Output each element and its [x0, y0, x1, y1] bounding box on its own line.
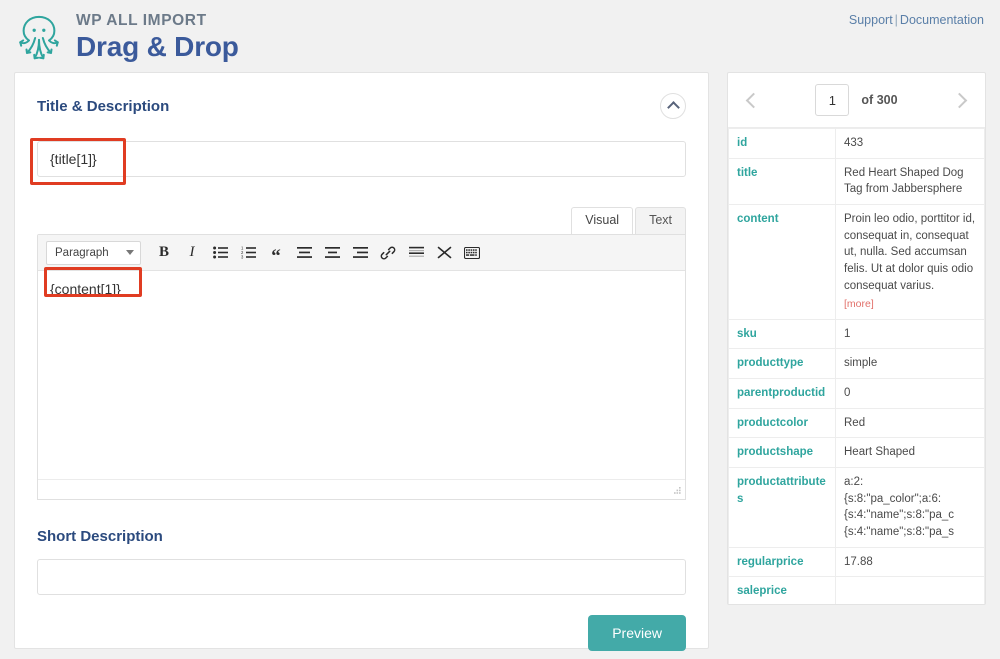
insert-link-button[interactable] [375, 240, 401, 266]
record-field-table: id 433 title Red Heart Shaped Dog Tag fr… [728, 128, 985, 604]
table-row: regularprice 17.88 [728, 546, 985, 578]
page-title: Title & Description [37, 97, 170, 115]
field-value-line: {s:8:"pa_color";a:6: [844, 492, 942, 505]
brand-title: Drag & Drop [76, 31, 239, 63]
section-header: Title & Description [37, 93, 686, 119]
chevron-right-icon [952, 92, 968, 108]
align-center-button[interactable] [319, 240, 345, 266]
field-key: productcolor [728, 407, 836, 439]
chevron-up-icon [666, 101, 680, 114]
record-pager: of 300 [728, 73, 985, 128]
table-row: title Red Heart Shaped Dog Tag from Jabb… [728, 157, 985, 206]
table-row: producttype simple [728, 348, 985, 379]
field-value: Red [835, 407, 985, 439]
table-row: id 433 [728, 128, 985, 159]
field-key: saleprice [728, 576, 836, 604]
brand-kicker: WP ALL IMPORT [76, 12, 207, 29]
show-more-link[interactable]: [more] [844, 297, 976, 312]
editor-status-bar [38, 479, 685, 499]
field-key: productshape [728, 437, 836, 468]
numbered-list-button[interactable]: 1 2 3 [235, 240, 261, 266]
field-key: producttype [728, 348, 836, 379]
field-value: Proin leo odio, porttitor id, consequat … [844, 213, 976, 292]
table-row: productcolor Red [728, 407, 985, 439]
field-key: sku [728, 318, 836, 350]
record-preview-panel: of 300 id 433 title Red Heart Shaped Dog… [727, 72, 986, 605]
editor-resize-handle[interactable] [670, 485, 682, 497]
preview-button[interactable]: Preview [588, 615, 686, 651]
table-row: parentproductid 0 [728, 377, 985, 409]
field-value [835, 576, 985, 604]
tab-visual[interactable]: Visual [571, 207, 634, 234]
editor-content-area[interactable]: {content[1]} [38, 271, 685, 479]
bulleted-list-button[interactable] [207, 240, 233, 266]
field-key: content [728, 204, 836, 320]
align-right-button[interactable] [347, 240, 373, 266]
tab-text[interactable]: Text [635, 207, 686, 234]
title-input[interactable] [37, 141, 686, 177]
panel-actions: Preview [37, 615, 686, 651]
content-editor: Visual Text Paragraph B I 1 2 3 “ {conte… [37, 207, 686, 500]
next-record-button[interactable] [949, 86, 971, 114]
field-value: 17.88 [835, 546, 985, 578]
short-description-input[interactable] [37, 559, 686, 595]
table-row: productshape Heart Shaped [728, 437, 985, 468]
field-value: simple [835, 348, 985, 379]
collapse-section-button[interactable] [660, 93, 686, 119]
read-more-button[interactable] [403, 240, 429, 266]
short-description-label: Short Description [37, 528, 163, 545]
align-left-button[interactable] [291, 240, 317, 266]
field-value-cell: a:2: {s:8:"pa_color";a:6: {s:4:"name";s:… [835, 466, 985, 548]
field-value-cell: Proin leo odio, porttitor id, consequat … [835, 204, 985, 320]
editor-box: Paragraph B I 1 2 3 “ {content[1]} [37, 234, 686, 500]
field-value: Heart Shaped [835, 437, 985, 468]
content-token: {content[1]} [50, 281, 121, 297]
field-value-line: {s:4:"name";s:8:"pa_s [844, 525, 955, 538]
italic-button[interactable]: I [179, 240, 205, 266]
octopus-icon [14, 12, 64, 64]
support-link[interactable]: Support [849, 13, 893, 27]
field-key: productattributes [728, 466, 836, 548]
paragraph-format-select[interactable]: Paragraph [46, 240, 141, 265]
field-value: Red Heart Shaped Dog Tag from Jabbersphe… [835, 157, 985, 206]
table-row: content Proin leo odio, porttitor id, co… [728, 204, 985, 320]
editor-tab-list: Visual Text [37, 207, 686, 234]
field-value: 0 [835, 377, 985, 409]
field-value: 433 [835, 128, 985, 159]
table-row: saleprice [728, 576, 985, 604]
header-links: Support | Documentation [849, 13, 984, 27]
brand-text: WP ALL IMPORT Drag & Drop [76, 12, 239, 63]
field-key: parentproductid [728, 377, 836, 409]
app-header: WP ALL IMPORT Drag & Drop Support | Docume… [0, 0, 1000, 72]
field-key: id [728, 128, 836, 159]
paragraph-format-value: Paragraph [55, 246, 109, 259]
field-key: regularprice [728, 546, 836, 578]
chevron-down-icon [126, 250, 134, 255]
table-row: sku 1 [728, 318, 985, 350]
chevron-left-icon [745, 92, 761, 108]
field-value-line: {s:4:"name";s:8:"pa_c [844, 509, 955, 522]
title-description-panel: Title & Description Visual Text Paragrap… [14, 72, 709, 651]
page-number-input[interactable] [815, 84, 850, 116]
svg-text:3: 3 [241, 255, 244, 259]
field-value: 1 [835, 318, 985, 350]
documentation-link[interactable]: Documentation [900, 13, 984, 27]
bold-button[interactable]: B [151, 240, 177, 266]
page-layout: Title & Description Visual Text Paragrap… [0, 72, 1000, 651]
editor-toolbar: Paragraph B I 1 2 3 “ [38, 235, 685, 271]
field-value-line: a:2: [844, 475, 864, 488]
keyboard-shortcuts-button[interactable] [459, 240, 485, 266]
field-key: title [728, 157, 836, 206]
prev-record-button[interactable] [742, 86, 764, 114]
table-row: productattributes a:2: {s:8:"pa_color";a… [728, 466, 985, 548]
link-separator: | [894, 13, 898, 27]
blockquote-button[interactable]: “ [263, 240, 289, 266]
page-total-label: of 300 [861, 93, 898, 107]
toolbar-toggle-button[interactable] [431, 240, 457, 266]
